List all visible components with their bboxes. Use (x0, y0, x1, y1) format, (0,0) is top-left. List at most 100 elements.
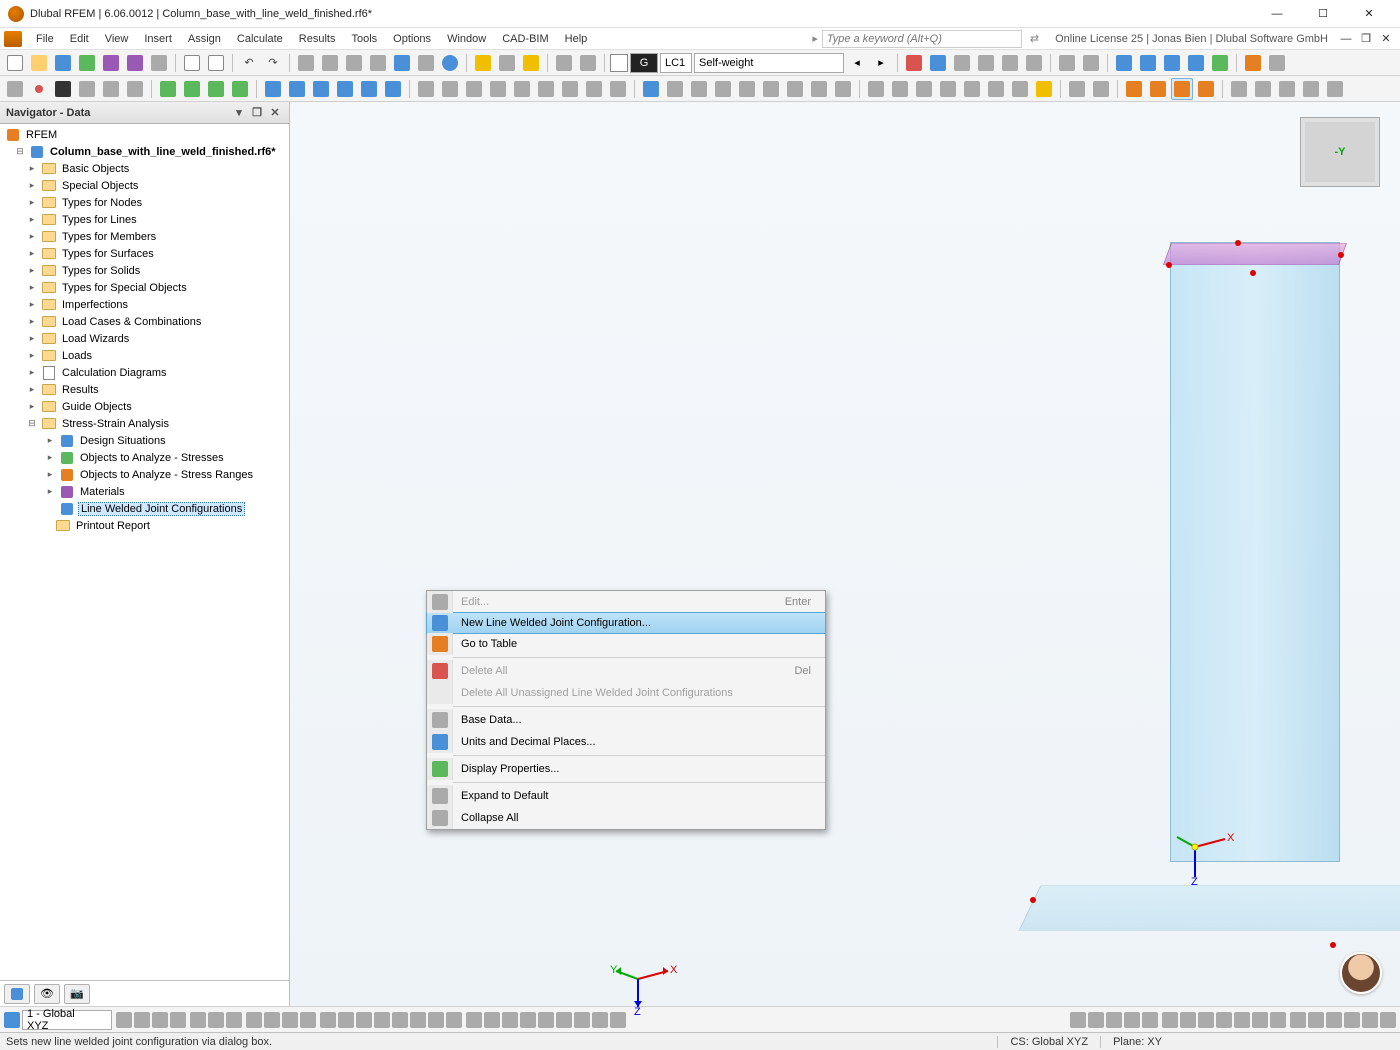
g4-button[interactable] (937, 78, 959, 100)
z3-button[interactable] (1276, 78, 1298, 100)
bb25[interactable] (556, 1012, 572, 1028)
expander-icon[interactable]: ▸ (44, 486, 56, 497)
v2-button[interactable] (1137, 52, 1159, 74)
tree-item[interactable]: ▸Types for Lines (0, 211, 289, 228)
menu-results[interactable]: Results (291, 31, 344, 47)
view-cube[interactable]: -Y (1300, 117, 1380, 187)
s2-button[interactable] (181, 78, 203, 100)
bb8[interactable] (246, 1012, 262, 1028)
expander-icon[interactable]: ▸ (44, 435, 56, 446)
expander-icon[interactable]: ▸ (26, 350, 38, 361)
r6-button[interactable] (1023, 52, 1045, 74)
maximize-button[interactable]: ☐ (1300, 0, 1346, 28)
link2-button[interactable] (577, 52, 599, 74)
f1-button[interactable] (640, 78, 662, 100)
navigator-close-icon[interactable]: ✕ (267, 106, 283, 120)
tree-item[interactable]: ▸Objects to Analyze - Stresses (0, 449, 289, 466)
bb16[interactable] (392, 1012, 408, 1028)
document-button[interactable] (205, 52, 227, 74)
surface-button[interactable] (100, 78, 122, 100)
tree-item[interactable]: ▸Types for Members (0, 228, 289, 245)
bb3[interactable] (152, 1012, 168, 1028)
snap5[interactable] (1142, 1012, 1158, 1028)
save-button[interactable] (100, 52, 122, 74)
loadcase-combo[interactable]: Self-weight (694, 53, 844, 73)
f6-button[interactable] (760, 78, 782, 100)
flag1-button[interactable] (472, 52, 494, 74)
lc-next-button[interactable]: ▸ (870, 52, 892, 74)
snap13[interactable] (1290, 1012, 1306, 1028)
r2-button[interactable] (927, 52, 949, 74)
bb19[interactable] (446, 1012, 462, 1028)
v3-button[interactable] (1161, 52, 1183, 74)
table1-button[interactable] (295, 52, 317, 74)
t4-button[interactable] (334, 78, 356, 100)
menu-help[interactable]: Help (557, 31, 596, 47)
help-button[interactable] (1242, 52, 1264, 74)
s3-button[interactable] (205, 78, 227, 100)
color-swatch[interactable] (610, 54, 628, 72)
expander-icon[interactable]: ▸ (44, 452, 56, 463)
tree-item[interactable]: ▸Imperfections (0, 296, 289, 313)
bb13[interactable] (338, 1012, 354, 1028)
tree-item[interactable]: ▸Load Cases & Combinations (0, 313, 289, 330)
table2-button[interactable] (319, 52, 341, 74)
node-button[interactable] (28, 78, 50, 100)
save-all-button[interactable] (124, 52, 146, 74)
m7-button[interactable] (559, 78, 581, 100)
tree-item[interactable]: ▸Special Objects (0, 177, 289, 194)
snap17[interactable] (1362, 1012, 1378, 1028)
member-button[interactable] (76, 78, 98, 100)
v1-button[interactable] (1113, 52, 1135, 74)
snap11[interactable] (1252, 1012, 1268, 1028)
redo-button[interactable]: ↷ (262, 52, 284, 74)
tree-item[interactable]: ▸Types for Solids (0, 262, 289, 279)
tree-project[interactable]: ⊟ Column_base_with_line_weld_finished.rf… (0, 143, 289, 160)
mesh1-button[interactable] (1123, 78, 1145, 100)
r1-button[interactable] (903, 52, 925, 74)
menu-file[interactable]: File (28, 31, 62, 47)
snap14[interactable] (1308, 1012, 1324, 1028)
snap2[interactable] (1088, 1012, 1104, 1028)
mesh4-button[interactable] (1195, 78, 1217, 100)
expander-icon[interactable]: ▸ (26, 197, 38, 208)
m6-button[interactable] (535, 78, 557, 100)
menu-calculate[interactable]: Calculate (229, 31, 291, 47)
bb5[interactable] (190, 1012, 206, 1028)
expander-icon[interactable]: ⊟ (26, 418, 38, 429)
secondary-minimize[interactable]: — (1337, 30, 1355, 48)
m4-button[interactable] (487, 78, 509, 100)
context-menu-item[interactable]: Collapse All (427, 807, 825, 829)
bb1[interactable] (116, 1012, 132, 1028)
bb17[interactable] (410, 1012, 426, 1028)
menu-options[interactable]: Options (385, 31, 439, 47)
g7-button[interactable] (1009, 78, 1031, 100)
minimize-button[interactable]: — (1254, 0, 1300, 28)
context-menu-item[interactable]: Base Data... (427, 709, 825, 731)
link1-button[interactable] (553, 52, 575, 74)
navigator-dropdown-icon[interactable]: ▾ (231, 106, 247, 120)
table4-button[interactable] (367, 52, 389, 74)
g5-button[interactable] (961, 78, 983, 100)
tree-item[interactable]: ▸Load Wizards (0, 330, 289, 347)
z5-button[interactable] (1324, 78, 1346, 100)
bb4[interactable] (170, 1012, 186, 1028)
f9-button[interactable] (832, 78, 854, 100)
expander-icon[interactable]: ▸ (26, 401, 38, 412)
tree-item[interactable]: ▸Results (0, 381, 289, 398)
lc-badge[interactable]: G (630, 53, 658, 73)
r3-button[interactable] (951, 52, 973, 74)
cube-button[interactable] (1266, 52, 1288, 74)
snap18[interactable] (1380, 1012, 1396, 1028)
assistant-avatar[interactable] (1340, 952, 1382, 994)
menu-cad-bim[interactable]: CAD-BIM (494, 31, 556, 47)
snap8[interactable] (1198, 1012, 1214, 1028)
calc-button[interactable] (391, 52, 413, 74)
viewport-3d[interactable]: X Z X Y Z -Y Edit...EnterNew Line Welded… (290, 102, 1400, 1006)
tree-item[interactable]: ▸Materials (0, 483, 289, 500)
expander-icon[interactable]: ▸ (26, 180, 38, 191)
expander-icon[interactable]: ⊟ (14, 146, 26, 157)
print-button[interactable] (148, 52, 170, 74)
v5-button[interactable] (1209, 52, 1231, 74)
bb27[interactable] (592, 1012, 608, 1028)
